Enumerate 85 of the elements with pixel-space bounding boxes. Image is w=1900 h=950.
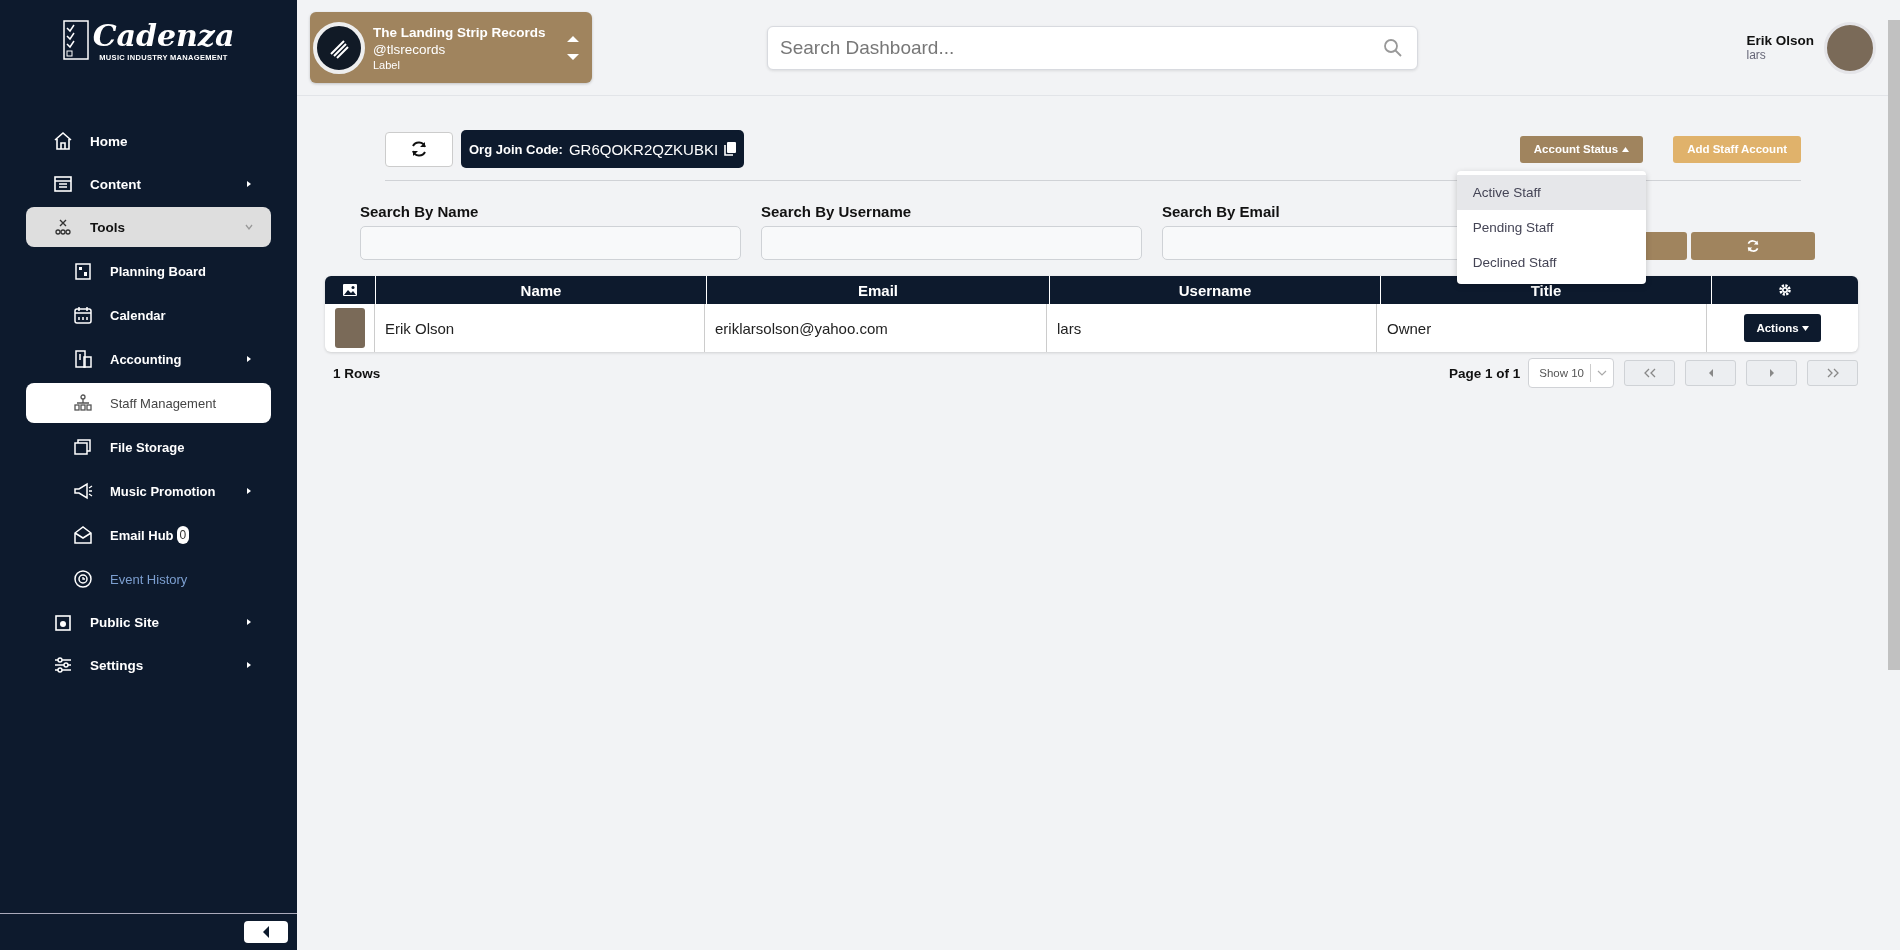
organization-type: Label xyxy=(373,58,401,71)
chevron-right-icon xyxy=(245,180,253,188)
filter-label: Search By Name xyxy=(360,203,480,220)
organization-handle: @tlsrecords xyxy=(373,41,447,57)
sidebar-subitem[interactable]: Accounting xyxy=(26,339,271,379)
double-chevron-right-icon xyxy=(1825,368,1840,378)
home-icon xyxy=(53,131,73,151)
table-cell: Erik Olson xyxy=(375,304,705,352)
double-chevron-left-icon xyxy=(1642,368,1657,378)
table-cell: lars xyxy=(1047,304,1377,352)
avatar-photo-placeholder[interactable] xyxy=(1824,21,1876,74)
sidebar-subitem[interactable]: Calendar xyxy=(26,295,271,335)
filter-input-field[interactable] xyxy=(761,226,1142,260)
dropdown-item[interactable]: Pending Staff xyxy=(1456,209,1646,245)
sidebar-item[interactable]: Settings xyxy=(26,645,271,685)
dropdown-item[interactable]: Active Staff xyxy=(1456,174,1646,210)
column-header: Email xyxy=(707,276,1050,304)
previous-page-button[interactable] xyxy=(1685,360,1736,386)
caret-right-icon xyxy=(1768,368,1775,378)
refresh-icon xyxy=(1746,239,1760,253)
org-chart-icon xyxy=(73,393,93,413)
sidebar-subitem[interactable]: Event History xyxy=(26,559,271,599)
people-icon xyxy=(53,217,73,237)
first-page-button[interactable] xyxy=(1624,360,1675,386)
column-header: Name xyxy=(376,276,707,304)
table-cell: Owner xyxy=(1377,304,1707,352)
sidebar-subitem[interactable]: Music Promotion xyxy=(26,471,271,511)
actions-button[interactable]: Actions xyxy=(1744,314,1821,342)
chevron-right-icon xyxy=(245,661,253,669)
calendar-icon xyxy=(73,305,93,325)
next-page-button[interactable] xyxy=(1746,360,1797,386)
checklist-icon xyxy=(62,20,89,60)
last-page-button[interactable] xyxy=(1807,360,1858,386)
account-status-button[interactable]: Account Status xyxy=(1519,135,1644,163)
sidebar-subitem[interactable]: Email Hub 0 xyxy=(26,515,271,555)
envelope-icon xyxy=(73,525,93,545)
count-badge: 0 xyxy=(176,526,190,544)
caret-left-icon xyxy=(1707,368,1714,378)
record-label-logo-icon xyxy=(313,21,365,74)
user-username: lars xyxy=(1746,48,1767,62)
sidebar-subitem[interactable]: File Storage xyxy=(26,427,271,467)
settings-icon xyxy=(53,655,73,675)
search-field[interactable]: Search Dashboard... xyxy=(767,25,1418,70)
sidebar-item[interactable]: Public Site xyxy=(26,602,271,642)
filter-input-field[interactable] xyxy=(360,226,741,260)
chevron-right-icon xyxy=(245,355,253,363)
chevron-down-icon xyxy=(245,223,253,231)
organization-name: The Landing Strip Records xyxy=(373,24,547,40)
caret-left-icon xyxy=(262,926,270,938)
caret-down-icon xyxy=(1801,325,1809,331)
sidebar-subitem[interactable]: Planning Board xyxy=(26,251,271,291)
sidebar-item[interactable]: Home xyxy=(26,121,271,161)
chevron-down-icon xyxy=(1597,370,1607,376)
chevron-right-icon xyxy=(245,618,253,626)
image-icon xyxy=(343,284,357,296)
board-icon xyxy=(73,261,93,281)
scrollbar[interactable] xyxy=(1888,20,1900,670)
join-code-label: Org Join Code: xyxy=(469,141,563,157)
search-icon xyxy=(1383,37,1403,58)
settings-icon[interactable] xyxy=(1778,283,1792,297)
staff-photo-placeholder xyxy=(334,308,365,348)
collapse-sidebar-button[interactable] xyxy=(244,921,288,943)
sidebar-item[interactable]: Tools xyxy=(26,207,271,247)
chevron-right-icon xyxy=(245,487,253,495)
copy-icon[interactable] xyxy=(724,142,737,156)
organization-switcher[interactable]: The Landing Strip Records @tlsrecords Label xyxy=(310,12,592,83)
caret-up-icon xyxy=(1622,146,1630,152)
user-name: Erik Olson xyxy=(1746,33,1814,48)
column-header: Username xyxy=(1050,276,1381,304)
reset-filters-button[interactable] xyxy=(1691,232,1815,260)
filter-label: Search By Email xyxy=(1162,203,1281,220)
refresh-button[interactable] xyxy=(385,131,453,167)
megaphone-icon xyxy=(73,481,93,501)
folders-icon xyxy=(73,437,93,457)
join-code: GR6QOKR2QZKUBKI xyxy=(568,140,719,158)
page-size-select[interactable]: Show 10 xyxy=(1528,358,1614,388)
table-cell: eriklarsolson@yahoo.com xyxy=(705,304,1047,352)
logo-title: Cadenza xyxy=(92,18,235,53)
search-input[interactable]: Search Dashboard... xyxy=(778,35,1383,60)
filter-label: Search By Username xyxy=(761,203,913,220)
refresh-icon xyxy=(410,140,428,158)
sidebar-item[interactable]: Content xyxy=(26,164,271,204)
sidebar-subitem[interactable]: Staff Management xyxy=(26,383,271,423)
page-indicator: Page 1 of 1 xyxy=(1448,365,1521,381)
row-count: 1 Rows xyxy=(333,365,381,381)
